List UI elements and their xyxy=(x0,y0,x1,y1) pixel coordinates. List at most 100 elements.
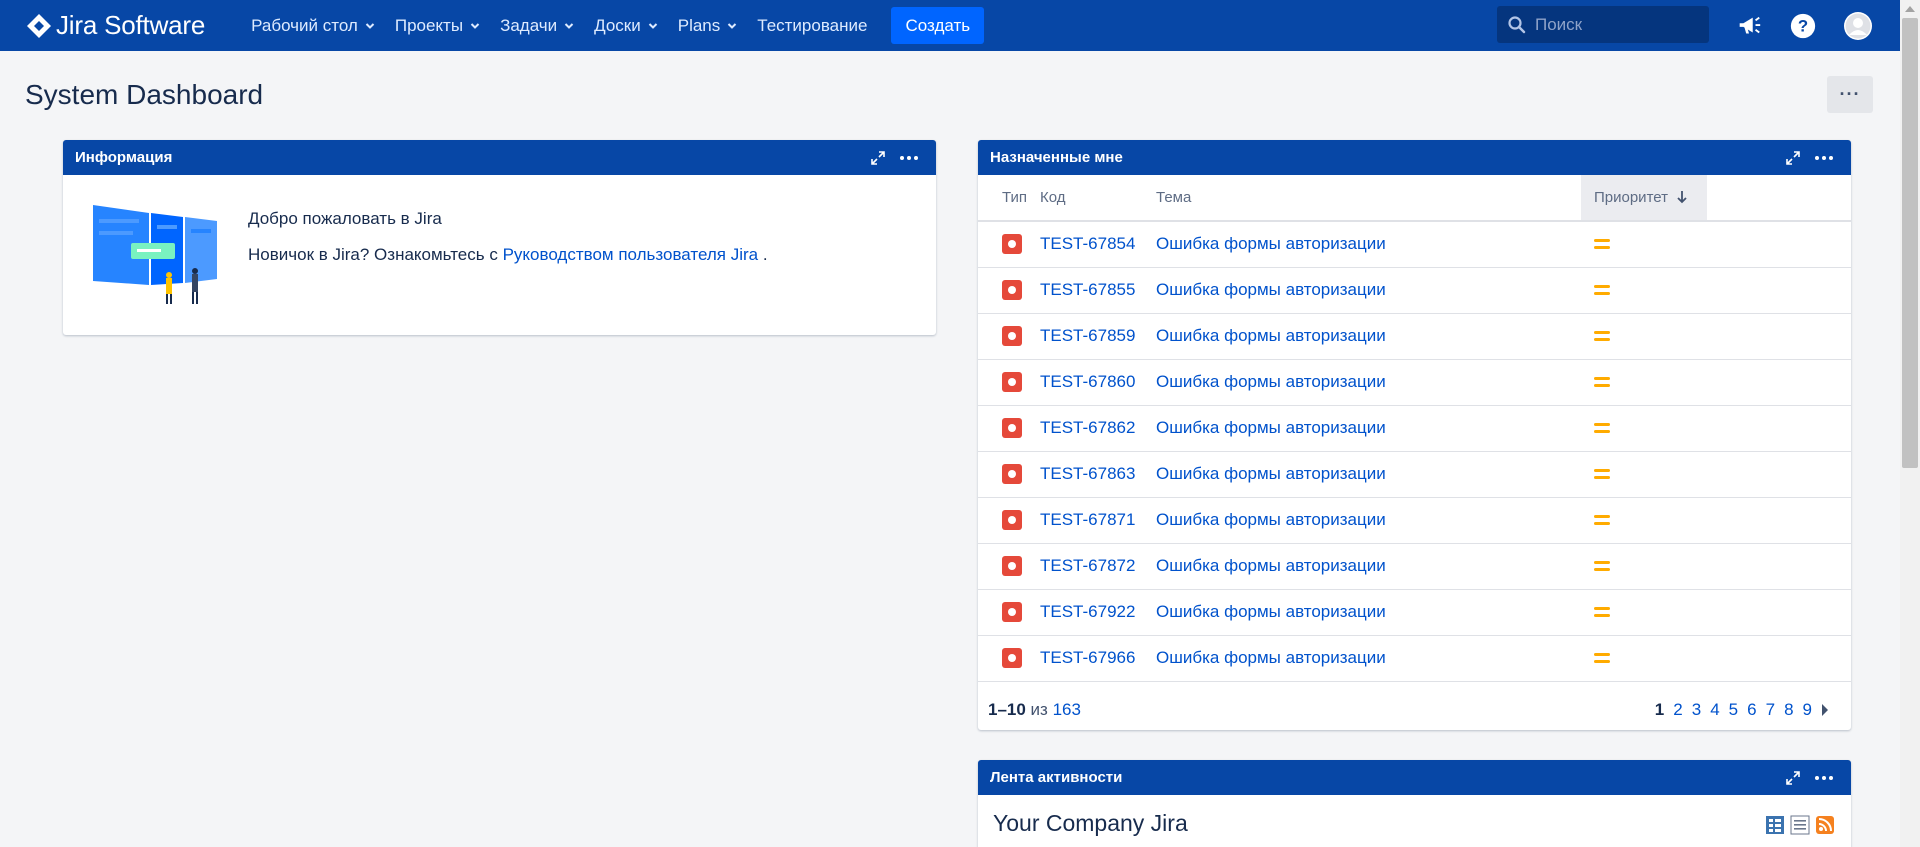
table-row[interactable]: TEST-67855 Ошибка формы авторизации xyxy=(978,267,1851,314)
issue-summary-link[interactable]: Ошибка формы авторизации xyxy=(1156,635,1581,682)
priority-medium-icon xyxy=(1594,330,1610,342)
gadget-header: Информация xyxy=(63,140,936,175)
column-header-priority[interactable]: Приоритет xyxy=(1581,175,1707,222)
issue-summary-link[interactable]: Ошибка формы авторизации xyxy=(1156,405,1581,452)
page-link-7[interactable]: 7 xyxy=(1766,700,1775,720)
jira-logo[interactable]: Jira Software xyxy=(26,0,205,51)
scroll-up-arrow[interactable] xyxy=(1905,6,1915,12)
next-page-icon[interactable] xyxy=(1821,703,1829,716)
bug-icon xyxy=(1002,510,1022,530)
nav-item-5[interactable]: Тестирование xyxy=(747,0,877,51)
issue-summary-link[interactable]: Ошибка формы авторизации xyxy=(1156,543,1581,590)
welcome-text: Добро пожаловать в Jira xyxy=(248,209,442,228)
issue-summary-link[interactable]: Ошибка формы авторизации xyxy=(1156,451,1581,498)
priority-medium-icon xyxy=(1594,422,1610,434)
more-icon[interactable] xyxy=(900,155,918,160)
search-input[interactable] xyxy=(1535,14,1695,35)
nav-item-2[interactable]: Задачи xyxy=(490,0,584,51)
page-link-9[interactable]: 9 xyxy=(1803,700,1812,720)
nav-item-4[interactable]: Plans xyxy=(668,0,748,51)
table-row[interactable]: TEST-67860 Ошибка формы авторизации xyxy=(978,359,1851,406)
issue-key-link[interactable]: TEST-67872 xyxy=(1040,543,1156,590)
user-guide-link[interactable]: Руководством пользователя Jira xyxy=(503,245,759,264)
dashboard-tools-button[interactable]: ··· xyxy=(1827,76,1873,113)
issue-summary-link[interactable]: Ошибка формы авторизации xyxy=(1156,221,1581,268)
bug-icon xyxy=(1002,372,1022,392)
priority-medium-icon xyxy=(1594,468,1610,480)
column-header-summary[interactable]: Тема xyxy=(1156,175,1581,222)
issue-summary-link[interactable]: Ошибка формы авторизации xyxy=(1156,589,1581,636)
issue-summary-link[interactable]: Ошибка формы авторизации xyxy=(1156,359,1581,406)
newbie-text: Новичок в Jira? Ознакомьтесь с Руководст… xyxy=(248,245,768,264)
table-row[interactable]: TEST-67871 Ошибка формы авторизации xyxy=(978,497,1851,544)
priority-medium-icon xyxy=(1594,652,1610,664)
chevron-down-icon xyxy=(564,22,574,29)
chevron-down-icon xyxy=(365,22,375,29)
table-row[interactable]: TEST-67872 Ошибка формы авторизации xyxy=(978,543,1851,590)
column-header-type[interactable]: Тип xyxy=(978,175,1040,222)
create-button[interactable]: Создать xyxy=(891,7,985,44)
gadget-header: Назначенные мне xyxy=(978,140,1851,175)
main-nav: Рабочий стол Проекты Задачи Доски Plans Тести… xyxy=(241,0,877,51)
sort-desc-icon xyxy=(1677,191,1687,204)
nav-item-0[interactable]: Рабочий стол xyxy=(241,0,385,51)
rss-icon[interactable] xyxy=(1815,815,1835,835)
issue-summary-link[interactable]: Ошибка формы авторизации xyxy=(1156,267,1581,314)
list-view-icon[interactable] xyxy=(1790,815,1810,835)
page-link-1[interactable]: 1 xyxy=(1655,700,1664,720)
issue-summary-link[interactable]: Ошибка формы авторизации xyxy=(1156,313,1581,360)
maximize-icon[interactable] xyxy=(1785,770,1801,786)
more-icon[interactable] xyxy=(1815,155,1833,160)
pagination: 1–10 из 163 123456789 xyxy=(978,682,1851,731)
maximize-icon[interactable] xyxy=(870,150,886,166)
page-link-5[interactable]: 5 xyxy=(1729,700,1738,720)
welcome-illustration xyxy=(93,205,217,304)
issue-key-link[interactable]: TEST-67863 xyxy=(1040,451,1156,498)
priority-medium-icon xyxy=(1594,238,1610,250)
info-gadget: Информация Добро пожаловать в Jira Нович… xyxy=(63,140,936,335)
page-scrollbar[interactable] xyxy=(1900,0,1920,847)
issue-key-link[interactable]: TEST-67854 xyxy=(1040,221,1156,268)
page-link-2[interactable]: 2 xyxy=(1673,700,1682,720)
more-icon[interactable] xyxy=(1815,775,1833,780)
megaphone-icon[interactable] xyxy=(1734,11,1764,41)
table-row[interactable]: TEST-67922 Ошибка формы авторизации xyxy=(978,589,1851,636)
gadget-title: Информация xyxy=(75,149,173,166)
issue-key-link[interactable]: TEST-67871 xyxy=(1040,497,1156,544)
issue-key-link[interactable]: TEST-67859 xyxy=(1040,313,1156,360)
table-row[interactable]: TEST-67966 Ошибка формы авторизации xyxy=(978,635,1851,682)
svg-text:?: ? xyxy=(1798,17,1808,36)
table-row[interactable]: TEST-67859 Ошибка формы авторизации xyxy=(978,313,1851,360)
nav-item-3[interactable]: Доски xyxy=(584,0,668,51)
priority-medium-icon xyxy=(1594,514,1610,526)
issue-key-link[interactable]: TEST-67862 xyxy=(1040,405,1156,452)
scrollbar-thumb[interactable] xyxy=(1902,18,1918,468)
page-link-6[interactable]: 6 xyxy=(1747,700,1756,720)
issue-key-link[interactable]: TEST-67922 xyxy=(1040,589,1156,636)
bug-icon xyxy=(1002,464,1022,484)
page-link-3[interactable]: 3 xyxy=(1692,700,1701,720)
chevron-down-icon xyxy=(648,22,657,29)
gadget-title: Лента активности xyxy=(990,769,1123,786)
full-view-icon[interactable] xyxy=(1765,815,1785,835)
issue-summary-link[interactable]: Ошибка формы авторизации xyxy=(1156,497,1581,544)
avatar[interactable] xyxy=(1843,11,1873,41)
column-header-key[interactable]: Код xyxy=(1040,175,1156,222)
bug-icon xyxy=(1002,602,1022,622)
help-icon[interactable]: ? xyxy=(1788,11,1818,41)
maximize-icon[interactable] xyxy=(1785,150,1801,166)
table-row[interactable]: TEST-67854 Ошибка формы авторизации xyxy=(978,221,1851,268)
page-link-8[interactable]: 8 xyxy=(1784,700,1793,720)
bug-icon xyxy=(1002,556,1022,576)
table-row[interactable]: TEST-67862 Ошибка формы авторизации xyxy=(978,405,1851,452)
total-results-link[interactable]: 163 xyxy=(1053,700,1081,719)
search-box[interactable] xyxy=(1497,6,1709,43)
table-row[interactable]: TEST-67863 Ошибка формы авторизации xyxy=(978,451,1851,498)
issue-key-link[interactable]: TEST-67966 xyxy=(1040,635,1156,682)
page-links: 123456789 xyxy=(1655,700,1829,720)
page-link-4[interactable]: 4 xyxy=(1710,700,1719,720)
issue-key-link[interactable]: TEST-67860 xyxy=(1040,359,1156,406)
chevron-down-icon xyxy=(470,22,480,29)
issue-key-link[interactable]: TEST-67855 xyxy=(1040,267,1156,314)
nav-item-1[interactable]: Проекты xyxy=(385,0,490,51)
